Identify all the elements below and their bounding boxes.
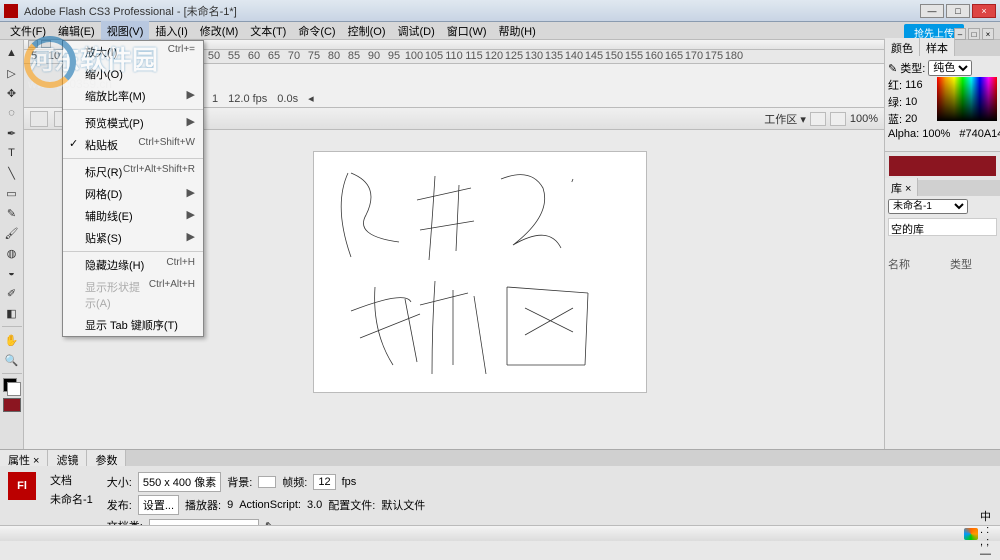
window-controls: — □ × bbox=[920, 4, 996, 18]
line-tool[interactable]: ╲ bbox=[2, 164, 22, 182]
minimize-button[interactable]: — bbox=[920, 4, 944, 18]
menu-shape-hints[interactable]: 显示形状提示(A)Ctrl+Alt+H bbox=[63, 276, 203, 314]
bg-swatch[interactable] bbox=[258, 476, 276, 488]
menu-item[interactable]: 控制(O) bbox=[342, 21, 392, 41]
tab-filters[interactable]: 滤镜 bbox=[48, 450, 87, 466]
hex-value[interactable]: #740A14 bbox=[959, 128, 1000, 140]
doc-restore[interactable]: □ bbox=[968, 28, 980, 40]
menu-item[interactable]: 文本(T) bbox=[244, 21, 292, 41]
menu-zoomout[interactable]: 缩小(O) bbox=[63, 63, 203, 85]
menu-grid[interactable]: 网格(D)▶ bbox=[63, 183, 203, 205]
canvas[interactable] bbox=[314, 152, 646, 392]
ink-bottle-tool[interactable]: ◍ bbox=[2, 244, 22, 262]
free-transform-tool[interactable]: ✥ bbox=[2, 84, 22, 102]
menu-hide-edges[interactable]: 隐藏边缘(H)Ctrl+H bbox=[63, 254, 203, 276]
menu-item[interactable]: 命令(C) bbox=[292, 21, 341, 41]
r-value[interactable]: 116 bbox=[905, 79, 923, 91]
pen-tool[interactable]: ✒ bbox=[2, 124, 22, 142]
menu-item[interactable]: 视图(V) bbox=[101, 21, 150, 41]
window-title: Adobe Flash CS3 Professional - [未命名-1*] bbox=[24, 3, 237, 19]
tool-separator bbox=[2, 326, 22, 327]
alpha-value[interactable]: 100% bbox=[922, 128, 950, 140]
selection-tool[interactable]: ▲ bbox=[2, 44, 22, 62]
close-button[interactable]: × bbox=[972, 4, 996, 18]
zoom-tool[interactable]: 🔍 bbox=[2, 351, 22, 369]
hand-tool[interactable]: ✋ bbox=[2, 331, 22, 349]
maximize-button[interactable]: □ bbox=[946, 4, 970, 18]
b-value[interactable]: 20 bbox=[905, 113, 917, 125]
app-icon bbox=[4, 4, 18, 18]
menu-item[interactable]: 文件(F) bbox=[4, 21, 52, 41]
stage-fit-icon[interactable] bbox=[830, 112, 846, 126]
tab-params[interactable]: 参数 bbox=[87, 450, 126, 466]
library-tab: 库 × bbox=[885, 180, 1000, 196]
menubar: 文件(F)编辑(E)视图(V)插入(I)修改(M)文本(T)命令(C)控制(O)… bbox=[0, 22, 1000, 40]
system-tray: 中 . : , ; — bbox=[964, 528, 994, 540]
zoom-value[interactable]: 100% bbox=[850, 113, 878, 125]
scene-icon[interactable] bbox=[30, 111, 48, 127]
doc-window-controls: – □ × bbox=[954, 28, 994, 40]
menu-item[interactable]: 窗口(W) bbox=[441, 21, 493, 41]
doc-minimize[interactable]: – bbox=[954, 28, 966, 40]
pencil-tool[interactable]: ✎ bbox=[2, 204, 22, 222]
subselection-tool[interactable]: ▷ bbox=[2, 64, 22, 82]
eyedropper-tool[interactable]: ✐ bbox=[2, 284, 22, 302]
drawing bbox=[314, 152, 646, 392]
settings-button[interactable]: 设置... bbox=[138, 495, 179, 515]
library-doc-select[interactable]: 未命名-1 bbox=[888, 199, 968, 214]
doc-name: 未命名-1 bbox=[50, 491, 93, 507]
stroke-fill-swatch[interactable] bbox=[3, 378, 21, 396]
workspace-icon[interactable] bbox=[810, 112, 826, 126]
fps-input[interactable]: 12 bbox=[313, 474, 335, 490]
library-empty: 空的库 bbox=[888, 218, 997, 236]
size-button[interactable]: 550 x 400 像素 bbox=[138, 472, 221, 492]
tab-properties[interactable]: 属性 × bbox=[0, 450, 48, 466]
toolbox: ▲ ▷ ✥ ◌ ✒ T ╲ ▭ ✎ 🖌 ◍ ◒ ✐ ◧ ✋ 🔍 bbox=[0, 40, 24, 470]
menu-item[interactable]: 编辑(E) bbox=[52, 21, 101, 41]
g-value[interactable]: 10 bbox=[905, 96, 917, 108]
menu-item[interactable]: 插入(I) bbox=[149, 21, 193, 41]
color-panel: ✎类型:纯色 红:116 绿:10 蓝:20 Alpha:100% #740A1… bbox=[885, 56, 1000, 152]
lasso-tool[interactable]: ◌ bbox=[2, 104, 22, 122]
menu-ruler[interactable]: 标尺(R)Ctrl+Alt+Shift+R bbox=[63, 161, 203, 183]
current-color-swatch bbox=[889, 156, 996, 176]
view-menu-dropdown: 放大(I)Ctrl+= 缩小(O) 缩放比率(M)▶ 预览模式(P)▶ ✓粘贴板… bbox=[62, 40, 204, 337]
col-type[interactable]: 类型 bbox=[950, 256, 972, 272]
menu-zoomin[interactable]: 放大(I)Ctrl+= bbox=[63, 41, 203, 63]
menu-scale[interactable]: 缩放比率(M)▶ bbox=[63, 85, 203, 107]
swatches-tab[interactable]: 样本 bbox=[920, 38, 955, 58]
rectangle-tool[interactable]: ▭ bbox=[2, 184, 22, 202]
fill-color-swatch[interactable] bbox=[3, 398, 21, 412]
brush-tool[interactable]: 🖌 bbox=[2, 224, 22, 242]
taskbar: 中 . : , ; — bbox=[0, 525, 1000, 541]
fill-type-select[interactable]: 纯色 bbox=[928, 60, 972, 76]
document-icon: Fl bbox=[8, 472, 36, 500]
doc-label: 文档 bbox=[50, 472, 72, 488]
properties-panel: 属性 × 滤镜 参数 Fl 文档 未命名-1 大小: 550 x 400 像素 … bbox=[0, 449, 1000, 525]
workspace-label[interactable]: 工作区 ▾ bbox=[764, 111, 806, 127]
ime-bar[interactable]: 中 . : , ; — bbox=[964, 528, 994, 540]
paint-bucket-tool[interactable]: ◒ bbox=[2, 264, 22, 282]
eraser-tool[interactable]: ◧ bbox=[2, 304, 22, 322]
menu-item[interactable]: 修改(M) bbox=[194, 21, 245, 41]
color-panel-tabs: 颜色 样本 bbox=[885, 40, 1000, 56]
titlebar: Adobe Flash CS3 Professional - [未命名-1*] … bbox=[0, 0, 1000, 22]
doc-close[interactable]: × bbox=[982, 28, 994, 40]
sogou-icon bbox=[964, 528, 978, 540]
menu-item[interactable]: 帮助(H) bbox=[493, 21, 542, 41]
menu-pasteboard[interactable]: ✓粘贴板Ctrl+Shift+W bbox=[63, 134, 203, 156]
menu-snap[interactable]: 贴紧(S)▶ bbox=[63, 227, 203, 249]
menu-tab-order[interactable]: 显示 Tab 键顺序(T) bbox=[63, 314, 203, 336]
menu-item[interactable]: 调试(D) bbox=[392, 21, 441, 41]
color-spectrum[interactable] bbox=[937, 77, 997, 121]
color-tab[interactable]: 颜色 bbox=[885, 38, 920, 58]
text-tool[interactable]: T bbox=[2, 144, 22, 162]
tool-separator bbox=[2, 373, 22, 374]
col-name[interactable]: 名称 bbox=[888, 256, 910, 272]
menu-guides[interactable]: 辅助线(E)▶ bbox=[63, 205, 203, 227]
menu-preview[interactable]: 预览模式(P)▶ bbox=[63, 112, 203, 134]
